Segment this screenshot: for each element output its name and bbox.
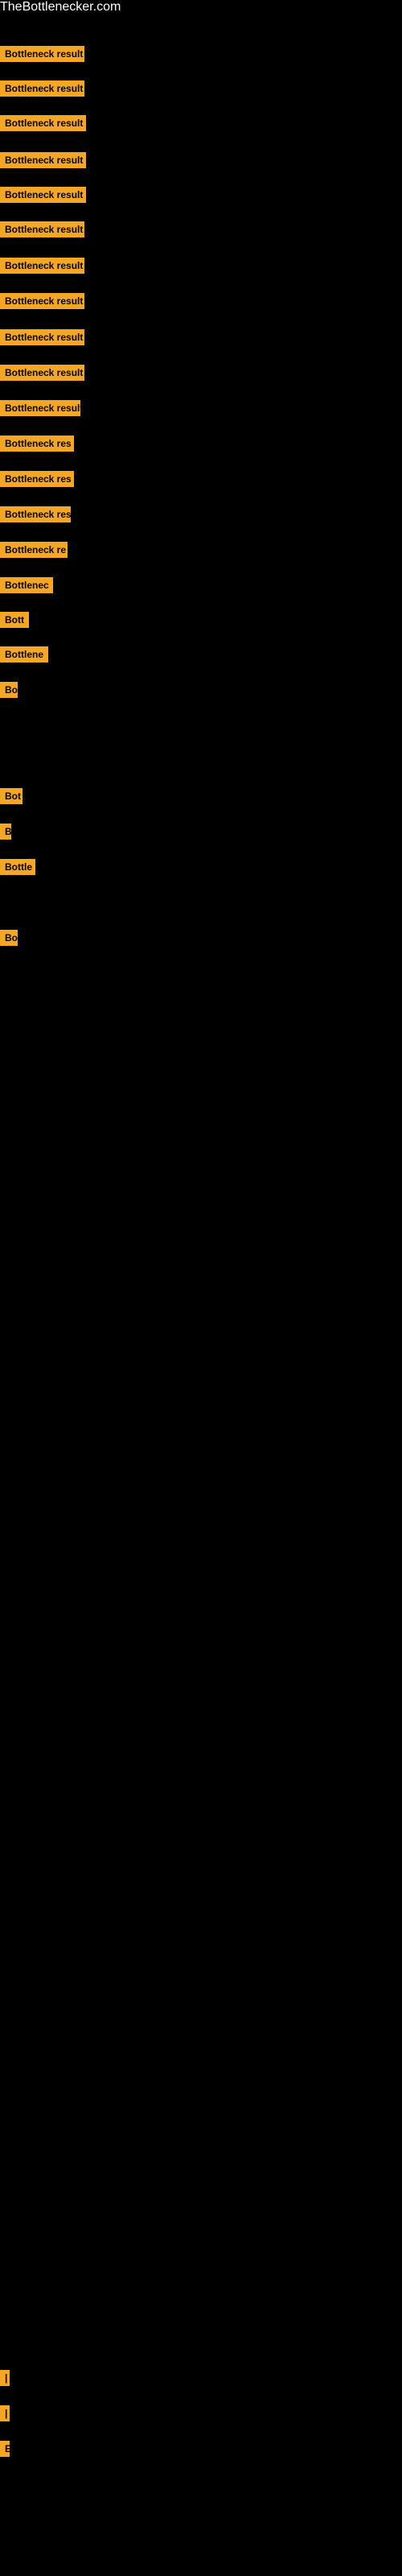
bottleneck-result-badge: | (0, 2370, 10, 2390)
badge-label: Bottlene (0, 646, 48, 663)
bottleneck-result-badge: Bottleneck res (0, 471, 74, 491)
bottleneck-result-badge: Bottleneck result (0, 187, 86, 207)
bottleneck-result-badge: Bottlenec (0, 577, 53, 597)
bottleneck-result-badge: Bottleneck result (0, 400, 80, 420)
bottleneck-result-badge: Bottleneck result (0, 46, 84, 66)
badge-label: E (0, 2441, 10, 2457)
bottleneck-result-badge: Bo (0, 930, 18, 950)
bottleneck-result-badge: | (0, 2405, 10, 2425)
badge-label: Bottleneck result (0, 221, 84, 237)
badge-label: | (0, 2370, 10, 2386)
site-title: TheBottlenecker.com (0, 0, 402, 14)
badge-label: B (0, 824, 11, 840)
bottleneck-result-badge: Bott (0, 612, 29, 632)
bottleneck-result-badge: Bottleneck result (0, 80, 84, 101)
badge-label: Bottleneck result (0, 365, 84, 381)
badge-label: Bottleneck result (0, 115, 86, 131)
badge-label: Bottleneck result (0, 80, 84, 97)
badge-label: Bot (0, 788, 23, 804)
badge-label: Bottleneck res (0, 436, 74, 452)
badge-label: Bo (0, 682, 18, 698)
bottleneck-result-badge: Bottle (0, 859, 35, 879)
badge-label: Bottleneck result (0, 293, 84, 309)
badge-label: Bottleneck result (0, 400, 80, 416)
badge-label: Bott (0, 612, 29, 628)
badge-label: Bo (0, 930, 18, 946)
badge-label: Bottleneck result (0, 152, 86, 168)
badge-label: | (0, 2405, 10, 2421)
badge-label: Bottle (0, 859, 35, 875)
badge-label: Bottleneck result (0, 329, 84, 345)
badge-label: Bottleneck result (0, 258, 84, 274)
badge-label: Bottleneck result (0, 187, 86, 203)
bottleneck-result-badge: Bottleneck result (0, 258, 84, 278)
bottleneck-result-badge: Bottleneck re (0, 542, 68, 562)
bottleneck-result-badge: Bottleneck result (0, 115, 86, 135)
badge-label: Bottleneck res (0, 506, 71, 522)
badge-label: Bottlenec (0, 577, 53, 593)
bottleneck-result-badge: Bottleneck res (0, 436, 74, 456)
bottleneck-result-badge: Bo (0, 682, 18, 702)
bottleneck-result-badge: Bottleneck res (0, 506, 71, 526)
bottleneck-result-badge: Bottleneck result (0, 365, 84, 385)
badge-label: Bottleneck res (0, 471, 74, 487)
badge-label: Bottleneck re (0, 542, 68, 558)
bottleneck-result-badge: Bottleneck result (0, 152, 86, 172)
bottleneck-result-badge: Bottleneck result (0, 293, 84, 313)
bottleneck-result-badge: Bottleneck result (0, 329, 84, 349)
bottleneck-result-badge: E (0, 2441, 10, 2461)
bottleneck-result-badge: Bottleneck result (0, 221, 84, 242)
badge-label: Bottleneck result (0, 46, 84, 62)
bottleneck-result-badge: Bot (0, 788, 23, 808)
bottleneck-result-badge: Bottlene (0, 646, 48, 667)
bottleneck-result-badge: B (0, 824, 11, 844)
